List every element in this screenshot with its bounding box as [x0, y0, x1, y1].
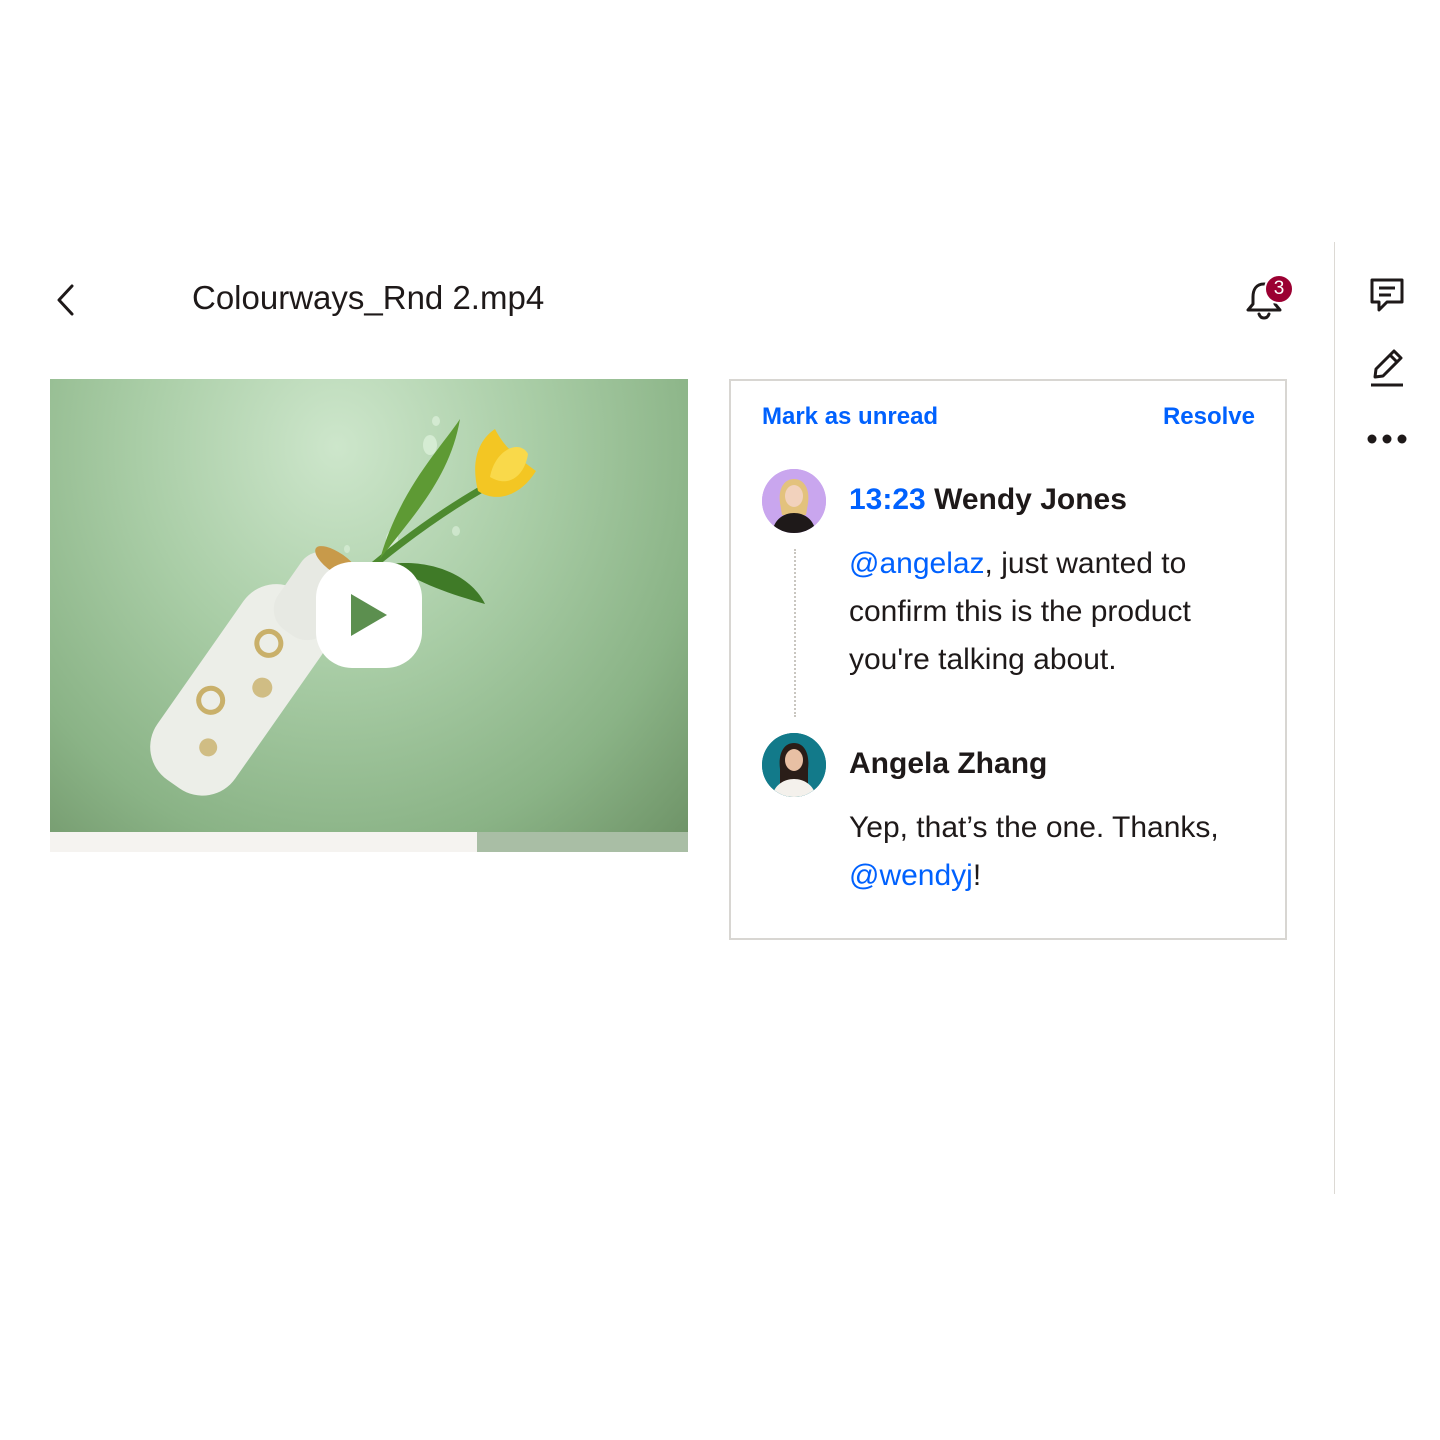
comment-thread-card: Mark as unread Resolve 13:23 Wendy Jones… — [729, 379, 1287, 940]
notification-count-badge: 3 — [1264, 274, 1294, 304]
mark-as-unread-link[interactable]: Mark as unread — [762, 401, 938, 433]
edit-tool-button[interactable] — [1364, 344, 1410, 390]
play-icon — [351, 594, 387, 636]
video-progress-bar[interactable] — [50, 832, 688, 852]
comment-icon — [1370, 278, 1404, 312]
comment-text: Yep, that’s the one. Thanks, @wendyj! — [849, 804, 1269, 900]
resolve-link[interactable]: Resolve — [1163, 401, 1255, 433]
comment-text: @angelaz, just wanted to confirm this is… — [849, 540, 1269, 684]
avatar-angela-zhang — [762, 733, 826, 797]
video-progress-remaining — [477, 832, 688, 852]
mention-link[interactable]: @angelaz — [849, 547, 985, 580]
comment-text-end: ! — [972, 859, 982, 892]
person-photo-icon — [762, 469, 826, 533]
comment-timestamp[interactable]: 13:23 — [849, 483, 926, 516]
avatar-wendy-jones — [762, 469, 826, 533]
file-title: Colourways_Rnd 2.mp4 — [192, 279, 545, 316]
back-button[interactable] — [44, 278, 88, 322]
mention-link[interactable]: @wendyj — [849, 859, 973, 892]
pencil-icon — [1371, 349, 1403, 387]
comment-author: Wendy Jones — [934, 483, 1127, 516]
comment-header: 13:23 Wendy Jones — [849, 480, 1127, 520]
comments-tool-button[interactable] — [1364, 272, 1410, 318]
play-button[interactable] — [316, 562, 422, 668]
thread-connector — [794, 549, 796, 717]
comment-author: Angela Zhang — [849, 747, 1048, 780]
more-options-button[interactable] — [1364, 416, 1410, 462]
more-horizontal-icon — [1367, 434, 1407, 444]
chevron-left-icon — [57, 284, 74, 316]
comment-text-content: Yep, that’s the one. Thanks, — [849, 811, 1219, 844]
sidebar-divider — [1334, 242, 1335, 1194]
person-photo-icon — [762, 733, 826, 797]
